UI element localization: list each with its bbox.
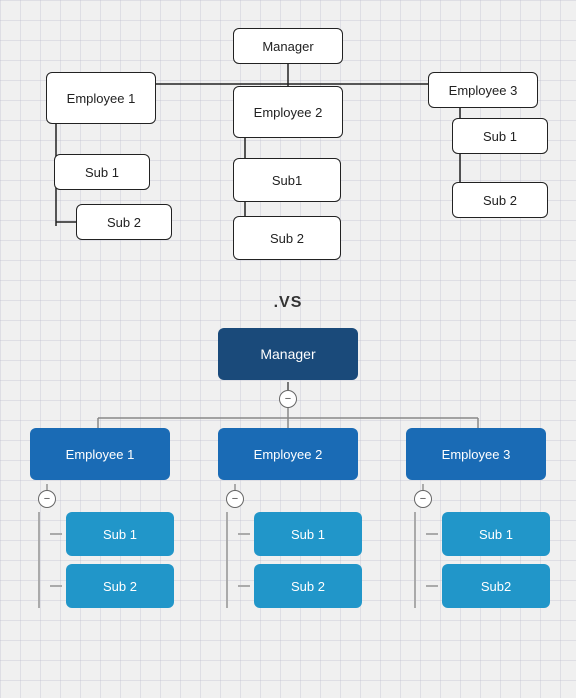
wf-emp3-label: Employee 3: [449, 83, 518, 98]
wf-manager-label: Manager: [262, 39, 313, 54]
emp3-sub1-label: Sub 1: [479, 527, 513, 542]
emp3-col: Employee 3 − Sub 1: [391, 428, 561, 608]
emp3-sub2-label: Sub2: [481, 579, 511, 594]
emp1-col: Employee 1 − Sub 1: [15, 428, 185, 608]
emp2-collapse-row: −: [218, 480, 358, 512]
emp1-sub1-node[interactable]: Sub 1: [66, 512, 174, 556]
emp1-sub2-label: Sub 2: [103, 579, 137, 594]
manager-row: Manager: [10, 328, 566, 380]
emp2-sub1-label: Sub 1: [291, 527, 325, 542]
emp2-collapse-icon[interactable]: −: [226, 490, 244, 508]
vs-label: .VS: [0, 286, 576, 328]
emp2-sub1-node[interactable]: Sub 1: [254, 512, 362, 556]
emp1-collapse-row: −: [30, 480, 170, 512]
emp1-sub2-node[interactable]: Sub 2: [66, 564, 174, 608]
bottom-section: Manager − Employee 1: [0, 328, 576, 628]
emp3-collapse-row: −: [406, 480, 546, 512]
wf-sub1-2-node: Sub1: [233, 158, 341, 202]
emp2-sub2-node[interactable]: Sub 2: [254, 564, 362, 608]
emp3-collapse-icon[interactable]: −: [414, 490, 432, 508]
emp1-label: Employee 1: [66, 447, 135, 462]
wf-emp1-node: Employee 1: [46, 72, 156, 124]
manager-collapse-icon[interactable]: −: [279, 390, 297, 408]
employees-row: Employee 1 − Sub 1: [10, 428, 566, 608]
emp2-col: Employee 2 − Sub 1: [203, 428, 373, 608]
wf-manager-node: Manager: [233, 28, 343, 64]
emp2-node[interactable]: Employee 2: [218, 428, 358, 480]
emp3-sub2-node[interactable]: Sub2: [442, 564, 550, 608]
emp1-sub1-label: Sub 1: [103, 527, 137, 542]
emp3-label: Employee 3: [442, 447, 511, 462]
emp1-node[interactable]: Employee 1: [30, 428, 170, 480]
emp3-node[interactable]: Employee 3: [406, 428, 546, 480]
wf-emp2-node: Employee 2: [233, 86, 343, 138]
wf-sub2-3-node: Sub 2: [452, 182, 548, 218]
wf-sub2-3-label: Sub 2: [483, 193, 517, 208]
emp2-sub2-label: Sub 2: [291, 579, 325, 594]
wf-sub1-3-label: Sub 1: [483, 129, 517, 144]
wf-sub1-3-node: Sub 1: [452, 118, 548, 154]
emp3-sub1-node[interactable]: Sub 1: [442, 512, 550, 556]
manager-label: Manager: [260, 346, 315, 362]
wf-emp2-label: Employee 2: [254, 105, 323, 120]
wf-sub1-1-node: Sub 1: [54, 154, 150, 190]
wf-emp1-label: Employee 1: [67, 91, 136, 106]
emp1-collapse-icon[interactable]: −: [38, 490, 56, 508]
wf-emp3-node: Employee 3: [428, 72, 538, 108]
wf-sub2-1-node: Sub 2: [76, 204, 172, 240]
wf-sub2-1-label: Sub 2: [107, 215, 141, 230]
wireframe-chart: Manager Employee 1 Sub 1 Sub 2 Employee …: [20, 16, 556, 276]
wf-sub1-2-label: Sub1: [272, 173, 302, 188]
wf-sub1-1-label: Sub 1: [85, 165, 119, 180]
manager-node[interactable]: Manager: [218, 328, 358, 380]
wf-sub2-2-label: Sub 2: [270, 231, 304, 246]
emp2-label: Employee 2: [254, 447, 323, 462]
h-connector: [10, 408, 566, 428]
top-section: Manager Employee 1 Sub 1 Sub 2 Employee …: [0, 0, 576, 286]
wf-sub2-2-node: Sub 2: [233, 216, 341, 260]
